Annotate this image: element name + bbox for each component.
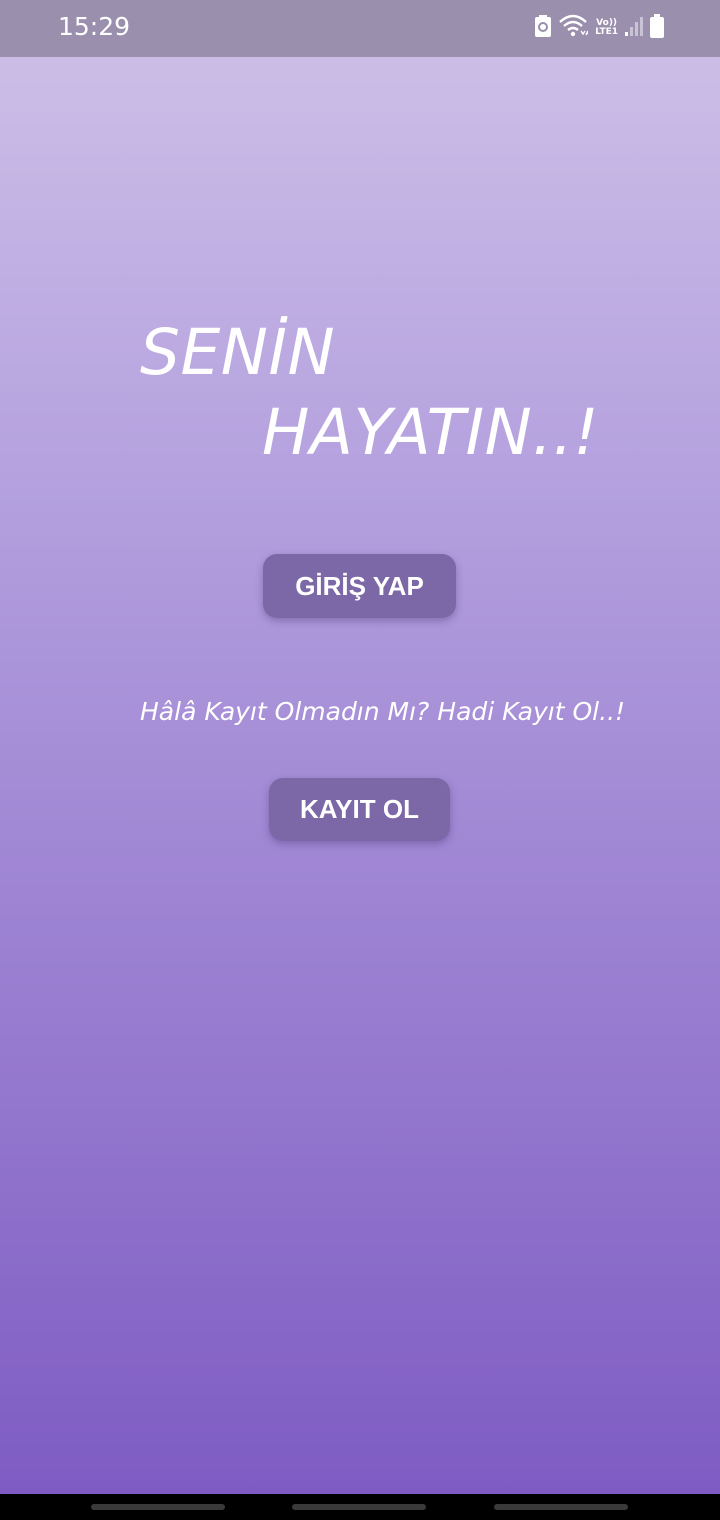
app-background <box>0 0 720 1494</box>
register-prompt: Hâlâ Kayıt Olmadın Mı? Hadi Kayıt Ol..! <box>140 697 626 726</box>
status-time: 15:29 <box>58 12 131 41</box>
back-handle[interactable] <box>494 1504 628 1510</box>
login-button[interactable]: GİRİŞ YAP <box>263 554 456 618</box>
status-bar: 15:29 Vo)) LTE1 <box>0 0 720 57</box>
register-button[interactable]: KAYIT OL <box>269 778 450 841</box>
lte-bottom-label: LTE1 <box>595 27 618 37</box>
status-icons: Vo)) LTE1 <box>535 13 664 43</box>
navigation-bar <box>0 1494 720 1520</box>
wifi-icon <box>558 14 590 43</box>
signal-icon <box>625 16 643 41</box>
hero-title-line-1: SENİN <box>140 316 336 389</box>
hero-title-line-2: HAYATIN..! <box>262 396 600 469</box>
recents-handle[interactable] <box>91 1504 225 1510</box>
battery-saver-icon <box>535 14 552 42</box>
home-handle[interactable] <box>292 1504 426 1510</box>
battery-icon <box>650 13 664 43</box>
volte-lte-icon: Vo)) LTE1 <box>595 19 618 37</box>
